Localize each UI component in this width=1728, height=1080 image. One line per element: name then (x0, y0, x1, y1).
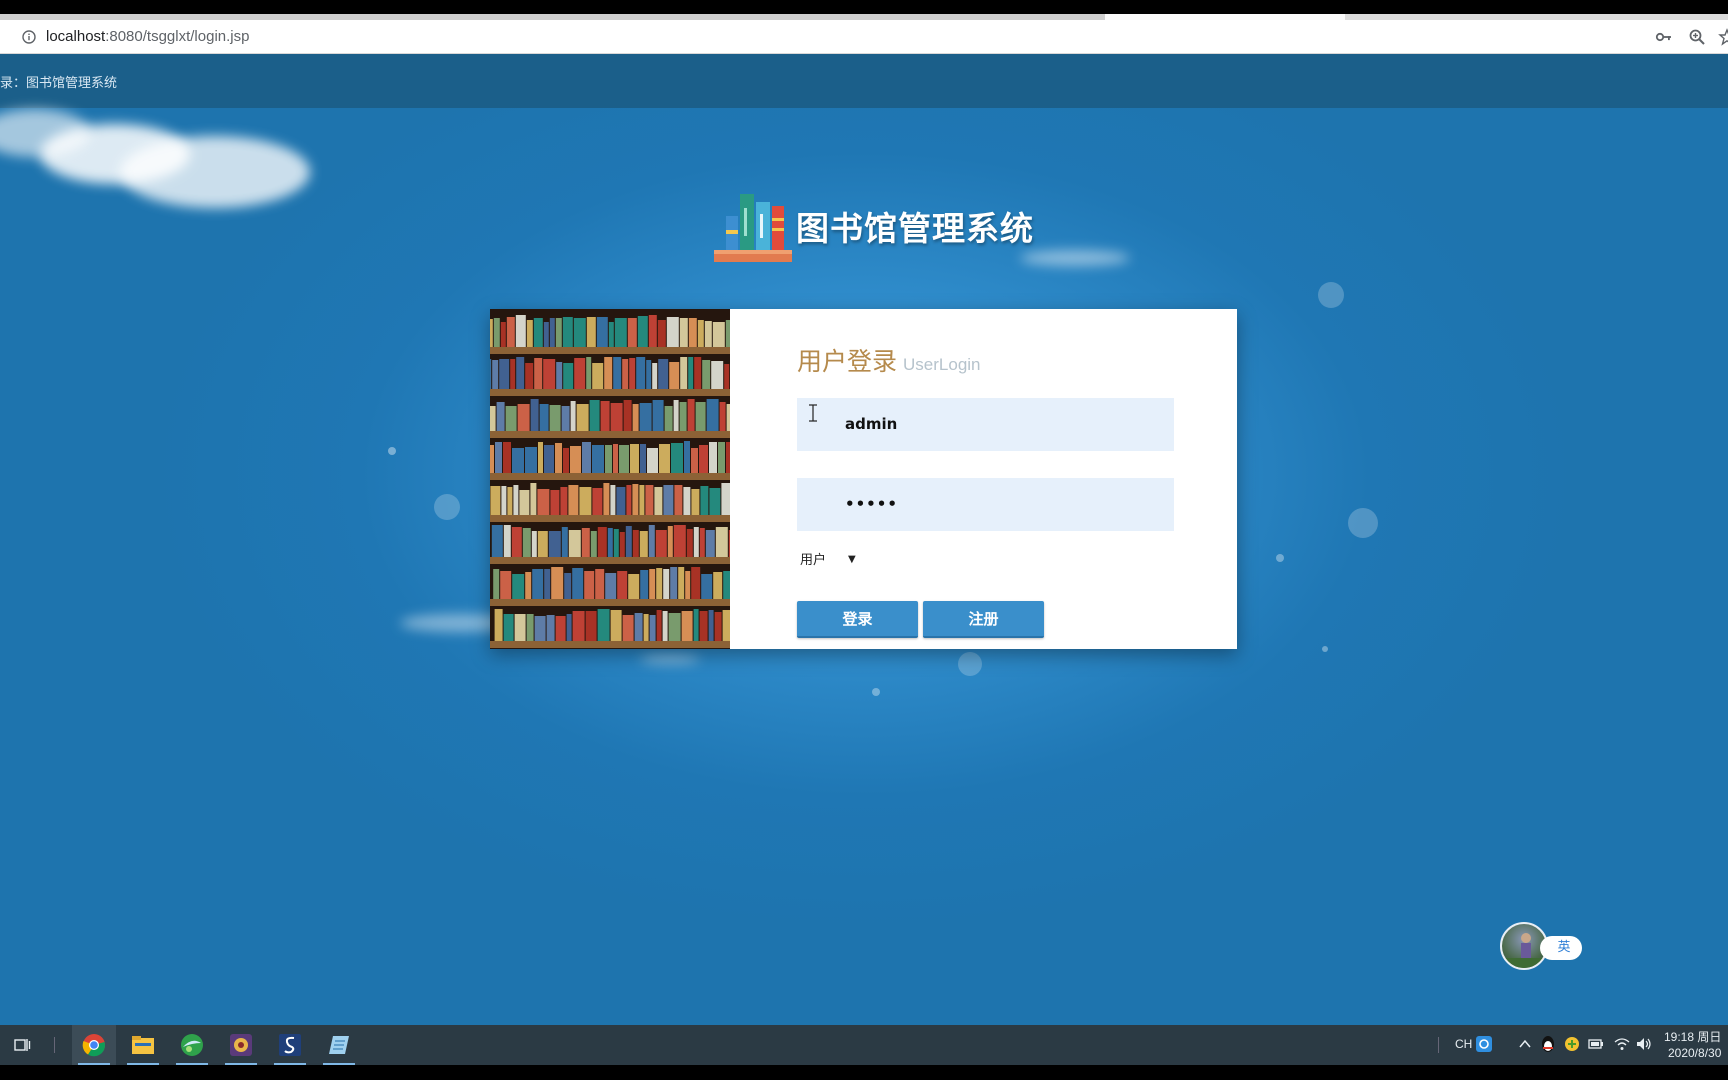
bokeh-decoration (872, 688, 880, 696)
address-bar[interactable]: localhost:8080/tsgglxt/login.jsp (0, 20, 1728, 54)
system-title: 图书馆管理系统 (796, 209, 1034, 248)
volume-icon[interactable] (1636, 1037, 1652, 1051)
app-s-icon (279, 1034, 301, 1056)
bokeh-decoration (434, 494, 460, 520)
screen-top-edge (0, 0, 1728, 14)
bokeh-decoration (1318, 282, 1344, 308)
bokeh-decoration (958, 652, 982, 676)
battery-icon[interactable] (1588, 1038, 1604, 1050)
login-button[interactable]: 登录 (797, 601, 918, 638)
cloud-decoration (120, 136, 310, 208)
ime-mode-badge[interactable]: 英 (1540, 936, 1582, 960)
bokeh-decoration (1348, 508, 1378, 538)
login-title-en: UserLogin (903, 355, 981, 374)
login-title: 用户登录 UserLogin (797, 342, 981, 378)
app-header-title: 录：图书馆管理系统 (0, 76, 118, 91)
cloud-decoration (640, 654, 700, 664)
screen-bottom-edge (0, 1065, 1728, 1080)
bokeh-decoration (388, 447, 396, 455)
taskbar-chrome[interactable] (72, 1025, 116, 1065)
task-view-button[interactable] (0, 1025, 44, 1065)
clock-time: 19:18 周日 (1664, 1030, 1722, 1044)
dropdown-caret-icon: ▼ (848, 554, 856, 565)
system-clock[interactable]: 19:18 周日 2020/8/30 (1664, 1029, 1721, 1061)
taskbar: CH 19:18 周日 2020/8/30 (0, 1025, 1728, 1065)
role-select-value: 用户 (800, 553, 827, 568)
clock-date: 2020/8/30 (1667, 1046, 1722, 1060)
app-game-icon (230, 1034, 252, 1056)
url-host: localhost (46, 28, 106, 45)
taskbar-app-s[interactable] (268, 1025, 312, 1065)
app-green-icon (181, 1034, 203, 1056)
bokeh-decoration (1276, 554, 1284, 562)
taskbar-app-game[interactable] (219, 1025, 263, 1065)
library-logo-icon (714, 194, 792, 262)
login-title-cn: 用户登录 (797, 347, 898, 376)
username-value: admin (845, 415, 898, 433)
info-icon[interactable] (22, 30, 36, 44)
notepad-icon (329, 1036, 349, 1054)
file-explorer-icon (132, 1036, 154, 1054)
taskbar-notepad[interactable] (317, 1025, 361, 1065)
penguin-icon[interactable] (1540, 1035, 1556, 1053)
wifi-icon[interactable] (1614, 1037, 1630, 1051)
login-card: 用户登录 UserLogin admin ••••• 用户 ▼ 登录 注册 (490, 309, 1237, 649)
key-icon[interactable] (1655, 28, 1673, 46)
ime-widget[interactable]: 英 (1500, 922, 1582, 970)
role-select[interactable]: 用户 ▼ (800, 549, 856, 568)
qq-tray-icon[interactable] (1476, 1036, 1492, 1052)
url-path: :8080/tsgglxt/login.jsp (105, 28, 250, 45)
taskbar-app-green[interactable] (170, 1025, 214, 1065)
tray-language[interactable]: CH (1455, 1037, 1472, 1051)
taskbar-file-explorer[interactable] (121, 1025, 165, 1065)
password-value: ••••• (845, 495, 898, 513)
app-header: 录：图书馆管理系统 (0, 54, 1728, 108)
task-view-icon (14, 1039, 31, 1051)
zoom-icon[interactable] (1688, 28, 1706, 46)
bokeh-decoration (1322, 646, 1328, 652)
chrome-icon (82, 1034, 106, 1057)
text-cursor-icon (809, 404, 817, 422)
taskbar-separator (54, 1037, 55, 1053)
register-button[interactable]: 注册 (923, 601, 1044, 638)
page-viewport: 录：图书馆管理系统 图书馆管理系统 用户登录 UserLogin admin •… (0, 54, 1728, 1025)
chevron-up-icon[interactable] (1518, 1037, 1532, 1051)
url-text[interactable]: localhost:8080/tsgglxt/login.jsp (46, 28, 249, 45)
bookshelf-image (490, 309, 730, 649)
cloud-decoration (1020, 250, 1130, 266)
taskbar-separator (1438, 1037, 1439, 1053)
security-tray-icon[interactable] (1564, 1036, 1580, 1052)
bookmark-star-icon[interactable] (1718, 28, 1728, 46)
